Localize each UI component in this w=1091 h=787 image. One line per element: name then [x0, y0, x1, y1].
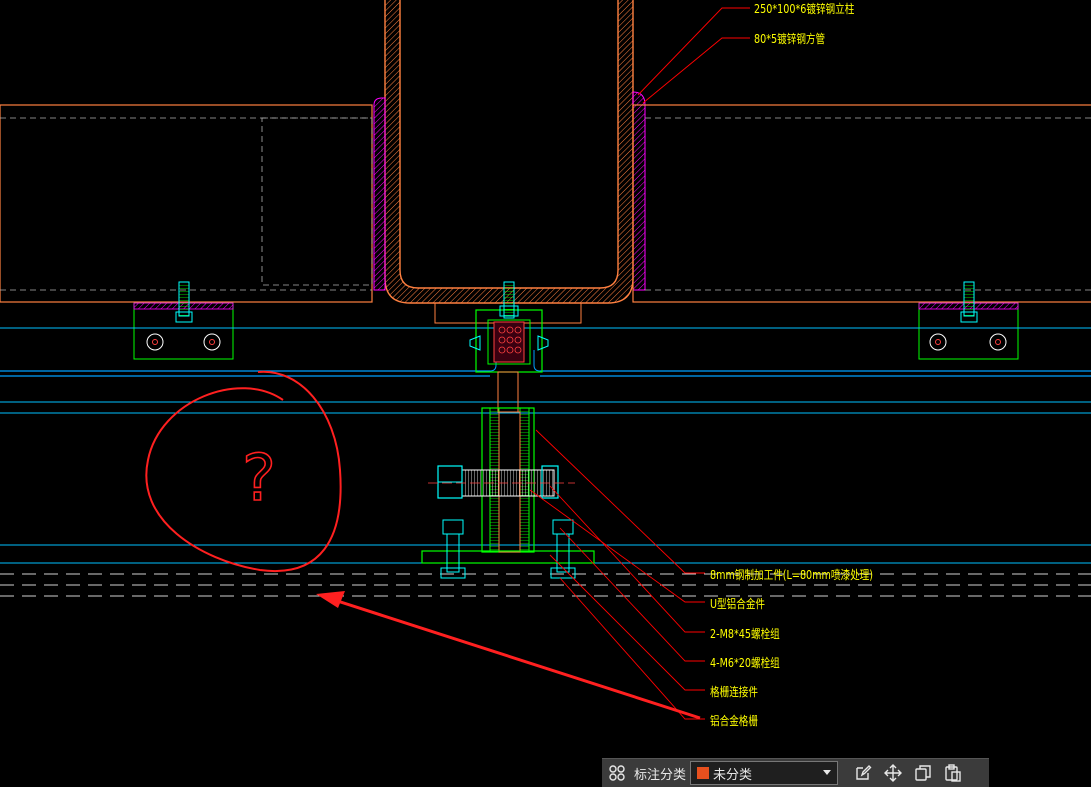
paste-icon[interactable] — [942, 762, 964, 784]
grating-lines — [0, 327, 1091, 597]
annotation-column: 250*100*6镀锌钢立柱 — [754, 2, 855, 16]
weld-seams — [373, 91, 646, 291]
cad-drawing-canvas[interactable]: ? — [0, 0, 1091, 786]
toolbar-label: 标注分类 — [634, 767, 687, 783]
grid-icon[interactable] — [606, 762, 628, 784]
annotation-toolbar: 标注分类 未分类 — [602, 758, 989, 787]
annotation-grating-connector: 格栅连接件 — [710, 685, 759, 699]
edit-icon[interactable] — [852, 762, 874, 784]
category-color-swatch — [697, 767, 710, 779]
annotation-square-tube: 80*5镀锌钢方管 — [754, 32, 826, 46]
markup-arrow — [316, 591, 701, 720]
chevron-down-icon — [823, 770, 832, 775]
center-connector — [421, 281, 595, 579]
annotation-steel-part: 8mm钢制加工件(L=80mm喷漆处理) — [710, 568, 874, 582]
square-tube-right — [632, 104, 1091, 303]
copy-icon[interactable] — [912, 762, 934, 784]
side-clip-left — [133, 281, 234, 360]
markup-question-mark: ? — [242, 442, 276, 516]
square-tube-left — [0, 104, 373, 303]
annotation-u-aluminum: U型铝合金件 — [710, 597, 766, 611]
annotation-m8-bolts: 2-M8*45螺栓组 — [710, 627, 780, 641]
annotation-m6-bolts: 4-M6*20螺栓组 — [710, 656, 780, 670]
category-value: 未分类 — [713, 767, 753, 783]
steel-column — [384, 0, 634, 324]
side-clip-right — [918, 281, 1019, 360]
category-dropdown[interactable]: 未分类 — [690, 761, 839, 785]
annotation-aluminum-grating: 铝合金格栅 — [710, 714, 759, 728]
move-icon[interactable] — [882, 762, 904, 784]
